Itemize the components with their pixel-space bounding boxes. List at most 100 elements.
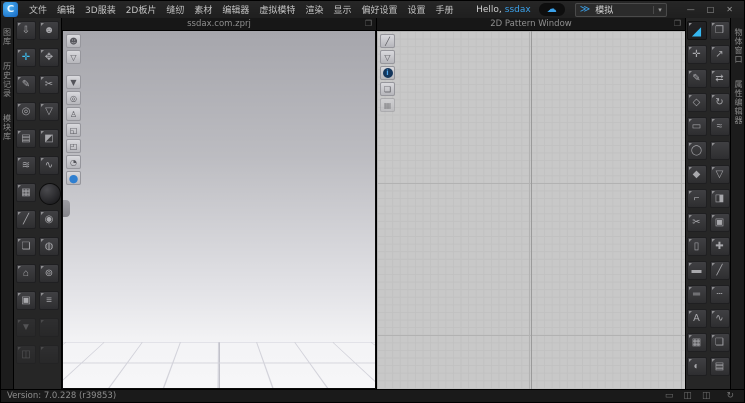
edit-curve-tool[interactable]: ✎ (687, 69, 707, 88)
text-tool[interactable]: A (687, 309, 707, 328)
texture-tool[interactable]: ❏ (16, 237, 36, 256)
simulation-mode-dropdown[interactable]: ≫ 模拟 ▾ (575, 3, 667, 17)
menu-item[interactable]: 3D服装 (80, 3, 121, 16)
info-2d-icon[interactable]: i (380, 66, 395, 80)
sewing-machine-tool[interactable]: ▤ (16, 129, 36, 148)
show-wind-icon[interactable]: ◰ (66, 139, 81, 153)
menu-item[interactable]: 设置 (402, 3, 430, 16)
stitch-view-tool[interactable]: ▣ (710, 213, 730, 232)
sew-line-tool[interactable]: ✚ (710, 237, 730, 256)
transform-avatar-tool[interactable]: ✥ (39, 48, 59, 67)
edit-point-tool[interactable]: ✛ (687, 45, 707, 64)
float-window-icon[interactable]: ❐ (674, 19, 681, 28)
move-tool[interactable]: ✛ (16, 48, 36, 67)
avatar-head-icon[interactable] (39, 183, 61, 205)
maximize-button[interactable]: □ (701, 5, 721, 14)
circle-tool[interactable]: ◯ (687, 141, 707, 160)
polygon-tool[interactable]: ◇ (687, 93, 707, 112)
panel-2d-titlebar[interactable]: 2D Pattern Window ❐ (377, 18, 685, 31)
menu-item[interactable]: 编辑 (52, 3, 80, 16)
download-tool[interactable]: ⇩ (16, 21, 36, 40)
layout-split-icon[interactable]: ◫ (683, 391, 692, 401)
float-window-icon[interactable]: ❐ (365, 19, 372, 28)
layout-single-icon[interactable]: ▭ (665, 391, 674, 401)
paper-2d-icon[interactable]: ❏ (380, 82, 395, 96)
show-plane-icon[interactable]: ◱ (66, 123, 81, 137)
show-cloth-icon[interactable]: ▼ (66, 75, 81, 89)
menu-item[interactable]: 显示 (328, 3, 356, 16)
sync-status-icon[interactable]: ↻ (726, 391, 734, 401)
dart-tool[interactable]: ◆ (687, 165, 707, 184)
pen-2d-icon[interactable]: ╱ (380, 34, 395, 48)
grid-2d-icon[interactable]: ▦ (380, 98, 395, 112)
menu-item[interactable]: 缝纫 (161, 3, 189, 16)
shirring-tool[interactable]: ∿ (710, 309, 730, 328)
panel-3d-titlebar[interactable]: ssdax.com.zprj ❐ (62, 18, 376, 31)
show-cloth-outline-icon[interactable]: ▽ (66, 50, 81, 64)
tshirt-tool[interactable]: ▼ (16, 318, 36, 337)
walk-avatar-tool[interactable]: ☻ (39, 21, 59, 40)
viewport-2d[interactable]: ╱ ▽ i ❏ ▦ (377, 31, 685, 389)
pen-3d-tool[interactable]: ✎ (16, 75, 36, 94)
pants-tool[interactable]: ◫ (16, 345, 36, 364)
iron-2d-tool[interactable]: ≈ (710, 117, 730, 136)
fabric-tool[interactable]: ▦ (16, 183, 36, 202)
measure-tool[interactable]: ═ (687, 285, 707, 304)
grid-tool[interactable]: ▦ (687, 333, 707, 352)
show-pin-icon[interactable]: ◎ (66, 91, 81, 105)
show-globe-icon[interactable]: ● (66, 171, 81, 185)
fabric-cost-tool[interactable]: ❏ (710, 333, 730, 352)
sync-3d-tool[interactable]: ◨ (710, 189, 730, 208)
show-mannequin-icon[interactable]: ♙ (66, 107, 81, 121)
buttonhole-tool[interactable]: ⊚ (39, 264, 59, 283)
panel-collapse-handle[interactable] (63, 200, 70, 217)
username-link[interactable]: ssdax (505, 5, 531, 15)
layout-quad-icon[interactable]: ◫ (702, 391, 711, 401)
tab-modules[interactable]: 模块库 (2, 114, 13, 141)
show-head-icon[interactable]: ◔ (66, 155, 81, 169)
button-tool[interactable]: ◍ (39, 237, 59, 256)
needle-tool[interactable]: ╱ (16, 210, 36, 229)
menu-item[interactable]: 偏好设置 (356, 3, 402, 16)
app-logo-icon[interactable]: C (3, 2, 18, 17)
jacket-tool[interactable]: ▣ (16, 291, 36, 310)
tab-property-editor[interactable]: 属性编辑器 (733, 80, 744, 125)
colorway-tool[interactable]: ▤ (710, 357, 730, 376)
cut-sew-tool[interactable]: ✂ (687, 213, 707, 232)
viewport-3d[interactable]: ☻ ▽ ▼ ◎ ♙ ◱ ◰ ◔ (62, 31, 376, 389)
disabled-tool-1[interactable] (39, 318, 59, 337)
rect-tool[interactable]: ▭ (687, 117, 707, 136)
tape-tool[interactable]: ▬ (687, 261, 707, 280)
spare-tool[interactable] (710, 141, 730, 160)
arrange-clothes-tool[interactable]: ▽ (710, 165, 730, 184)
unfold-tool[interactable]: ❐ (710, 21, 730, 40)
minimize-button[interactable]: — (681, 5, 701, 14)
tab-library[interactable]: 图库 (2, 28, 13, 46)
menu-item[interactable]: 手册 (431, 3, 459, 16)
menu-item[interactable]: 2D板片 (121, 3, 162, 16)
scissors-3d-tool[interactable]: ✂ (39, 75, 59, 94)
seam-tool[interactable]: ▯ (687, 237, 707, 256)
show-cloth-2d-icon[interactable]: ▽ (380, 50, 395, 64)
disabled-tool-2[interactable] (39, 345, 59, 364)
zipper-tool[interactable]: ≡ (39, 291, 59, 310)
menu-item[interactable]: 渲染 (300, 3, 328, 16)
menu-item[interactable]: 文件 (24, 3, 52, 16)
menu-item[interactable]: 虚拟模特 (254, 3, 300, 16)
pin-tool[interactable]: ◎ (16, 102, 36, 121)
notch-tool[interactable]: ⌐ (687, 189, 707, 208)
wrinkle-tool[interactable]: ∿ (39, 156, 59, 175)
texture-edit-tool[interactable]: ◐ (687, 357, 707, 376)
transform-pattern-tool[interactable]: ◢ (687, 21, 707, 40)
tab-object-window[interactable]: 物体窗口 (733, 28, 744, 64)
close-button[interactable]: ✕ (720, 5, 739, 14)
dashed-sew-tool[interactable]: ┄ (710, 285, 730, 304)
iron-tool[interactable]: ▽ (39, 102, 59, 121)
flip-pattern-tool[interactable]: ⇄ (710, 69, 730, 88)
tab-history[interactable]: 历史记录 (2, 62, 13, 98)
bag-tool[interactable]: ⌂ (16, 264, 36, 283)
dot-pin-tool[interactable]: ◉ (39, 210, 59, 229)
steam-tool[interactable]: ≋ (16, 156, 36, 175)
menu-item[interactable]: 编辑器 (217, 3, 254, 16)
free-sew-tool[interactable]: ╱ (710, 261, 730, 280)
